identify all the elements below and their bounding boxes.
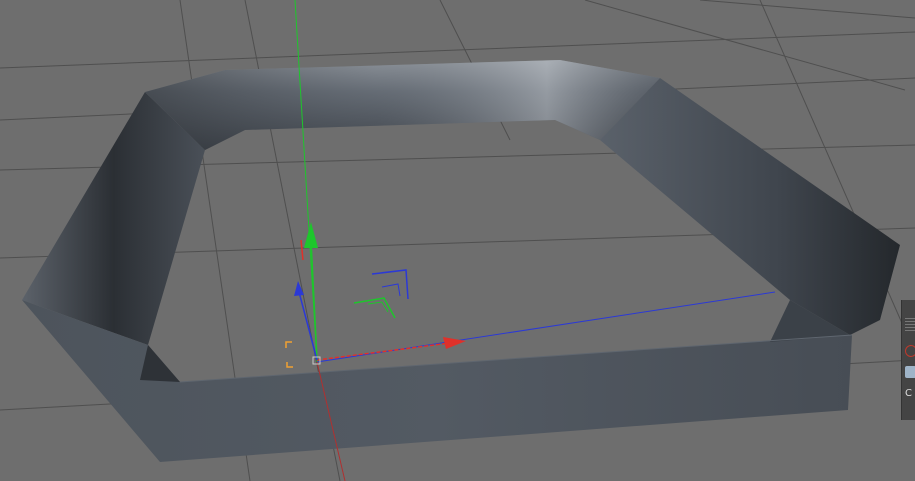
xz-plane-handle-icon[interactable] xyxy=(371,269,409,300)
3d-viewport[interactable]: C xyxy=(0,0,915,481)
pivot-bracket-lower-icon xyxy=(286,362,293,368)
gizmo-y-arrow-icon[interactable] xyxy=(304,222,318,248)
grip-icon[interactable] xyxy=(905,318,915,332)
gizmo-x-axis[interactable] xyxy=(316,342,451,361)
plane-handles[interactable] xyxy=(353,269,409,319)
ring-left-face xyxy=(22,92,205,345)
gizmo-z-arrow-icon[interactable] xyxy=(294,281,304,296)
xy-plane-handle-inner-icon[interactable] xyxy=(367,301,389,313)
panel-label-fragment: C xyxy=(905,388,912,399)
gizmo-x-arrow-icon[interactable] xyxy=(443,337,466,349)
attribute-panel-edge: C xyxy=(901,300,915,420)
xz-plane-handle-inner-icon[interactable] xyxy=(381,283,401,297)
record-icon[interactable] xyxy=(905,345,915,357)
pivot-bracket-icon xyxy=(285,341,292,348)
ring-top-highlight xyxy=(145,60,660,150)
xy-plane-handle-icon[interactable] xyxy=(353,297,396,319)
gizmo-red-tick xyxy=(300,239,304,261)
hexagon-ring-object[interactable] xyxy=(22,60,900,462)
ring-right-face xyxy=(600,78,900,335)
viewport-scene[interactable] xyxy=(0,0,915,481)
color-swatch-icon[interactable] xyxy=(905,366,915,378)
